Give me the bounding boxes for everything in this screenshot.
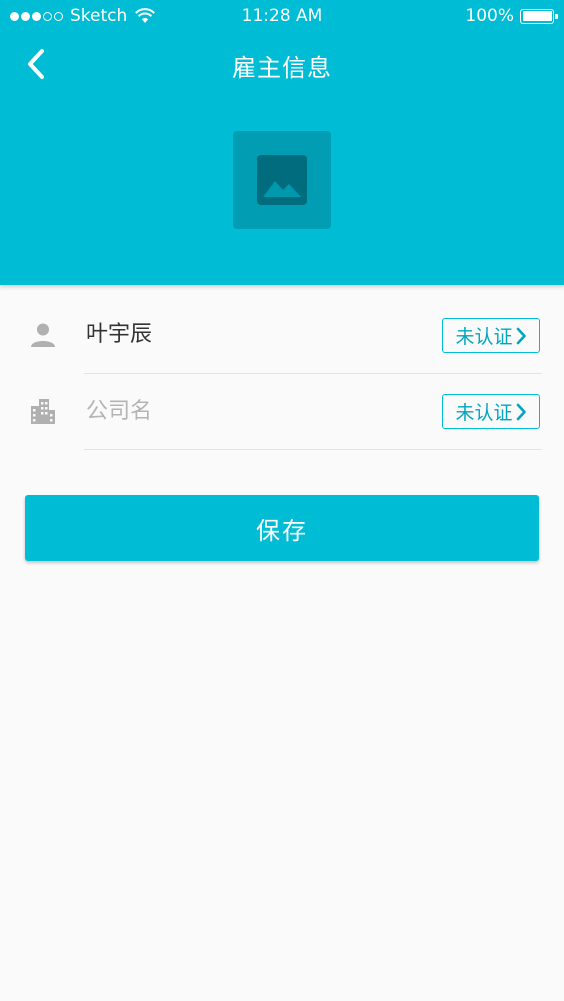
company-verify-badge[interactable]: 未认证 (442, 394, 540, 429)
name-verify-label: 未认证 (455, 326, 513, 348)
name-verify-badge[interactable]: 未认证 (442, 318, 540, 353)
company-row: 未认证 (0, 374, 564, 450)
building-icon (28, 396, 58, 426)
battery-icon (520, 8, 558, 24)
name-row: 叶宇辰 未认证 (0, 298, 564, 374)
employer-name: 叶宇辰 (86, 322, 153, 347)
avatar[interactable] (233, 131, 331, 229)
company-input[interactable] (86, 396, 416, 426)
chevron-right-icon (516, 403, 526, 420)
battery-percent: 100% (465, 6, 514, 26)
page-title: 雇主信息 (232, 54, 332, 82)
person-icon (28, 320, 58, 350)
image-placeholder-icon (257, 155, 307, 205)
chevron-right-icon (516, 327, 526, 344)
header: Sketch 11:28 AM 100% 雇主信息 (0, 0, 564, 285)
status-right: 100% (465, 6, 558, 26)
row-divider (84, 449, 542, 450)
form: 叶宇辰 未认证 公司名 未认证 (0, 298, 564, 450)
company-verify-label: 未认证 (455, 402, 513, 424)
status-bar: Sketch 11:28 AM 100% (0, 0, 564, 32)
save-button[interactable]: 保存 (25, 495, 539, 561)
